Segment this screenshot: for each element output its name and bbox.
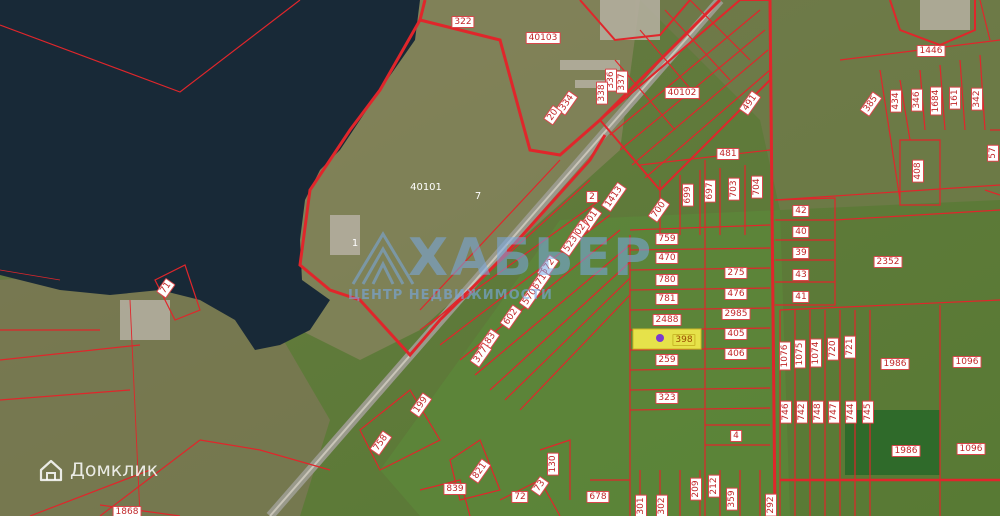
parcel-label[interactable]: 470 [655, 252, 679, 264]
parcel-label[interactable]: 275 [724, 267, 748, 279]
parcel-label[interactable]: 40103 [525, 32, 561, 44]
parcel-label[interactable]: 209 [690, 477, 702, 501]
parcel-label[interactable]: 302 [656, 494, 668, 516]
parcel-label[interactable]: 57 [987, 144, 999, 162]
domclick-brand[interactable]: Домклик [38, 458, 158, 482]
parcel-label[interactable]: 699 [682, 183, 694, 207]
parcel-label[interactable]: 759 [655, 233, 679, 245]
parcel-label[interactable]: 744 [845, 400, 857, 424]
parcel-label[interactable]: 42 [792, 205, 810, 217]
parcel-label[interactable]: 697 [704, 179, 716, 203]
parcel-label[interactable]: 781 [655, 293, 679, 305]
parcel-label[interactable]: 130 [547, 452, 559, 476]
parcel-label[interactable]: 259 [655, 354, 679, 366]
parcel-label[interactable]: 408 [912, 159, 924, 183]
house-logo-icon [39, 459, 63, 482]
parcel-label[interactable]: 322 [451, 16, 475, 28]
parcel-label[interactable]: 434 [890, 89, 902, 113]
parcel-label[interactable]: 338 [596, 81, 608, 105]
parcel-label[interactable]: 2488 [652, 314, 682, 326]
parcel-label[interactable]: 1986 [880, 358, 910, 370]
parcel-label[interactable]: 745 [862, 400, 874, 424]
parcel-label[interactable]: 1074 [810, 338, 822, 368]
parcel-label[interactable]: 839 [443, 483, 467, 495]
parcel-label[interactable]: 1684 [930, 86, 942, 116]
parcel-label[interactable]: 746 [780, 400, 792, 424]
parcel-label[interactable]: 2352 [873, 256, 903, 268]
parcel-label[interactable]: 476 [724, 288, 748, 300]
parcel-marker-icon [656, 334, 664, 342]
parcel-label[interactable]: 1075 [794, 339, 806, 369]
dark-field [845, 410, 940, 475]
parcel-label[interactable]: 43 [792, 269, 810, 281]
parcel-label[interactable]: 7 [473, 192, 483, 202]
brand-name: Домклик [70, 459, 159, 481]
parcel-label[interactable]: 398 [672, 334, 696, 346]
parcel-label[interactable]: 346 [911, 88, 923, 112]
parcel-label[interactable]: 292 [765, 493, 777, 516]
parcel-label[interactable]: 337 [616, 70, 628, 94]
parcel-label[interactable]: 359 [726, 487, 738, 511]
parcel-label[interactable]: 742 [796, 400, 808, 424]
parcel-label[interactable]: 406 [724, 348, 748, 360]
parcel-label[interactable]: 40101 [408, 183, 444, 193]
parcel-label[interactable]: 1986 [891, 445, 921, 457]
parcel-label[interactable]: 72 [511, 491, 529, 503]
parcel-label[interactable]: 1446 [916, 45, 946, 57]
parcel-label[interactable]: 2985 [721, 308, 751, 320]
cadastral-map[interactable]: 322 40103 40102 337 336 338 334 20 491 40101 7 2 141… [0, 0, 1000, 516]
parcel-label[interactable]: 703 [728, 177, 740, 201]
parcel-label[interactable]: 39 [792, 247, 810, 259]
parcel-label[interactable]: 1096 [956, 443, 986, 455]
parcel-label[interactable]: 721 [844, 335, 856, 359]
parcel-label[interactable]: 481 [716, 148, 740, 160]
parcel-label[interactable]: 1076 [779, 341, 791, 371]
parcel-label[interactable]: 2 [586, 191, 598, 203]
parcel-label[interactable]: 405 [724, 328, 748, 340]
parcel-label[interactable]: 301 [635, 494, 647, 516]
parcel-label[interactable]: 342 [971, 87, 983, 111]
parcel-label[interactable]: 704 [751, 175, 763, 199]
parcel-label[interactable]: 40 [792, 226, 810, 238]
parcel-label[interactable]: 1 [350, 239, 360, 249]
parcel-label[interactable]: 1868 [112, 506, 142, 516]
parcel-label[interactable]: 748 [812, 400, 824, 424]
parcel-label[interactable]: 780 [655, 274, 679, 286]
parcel-label[interactable]: 1096 [952, 356, 982, 368]
parcel-label[interactable]: 41 [792, 291, 810, 303]
parcel-label[interactable]: 212 [708, 474, 720, 498]
parcel-label[interactable]: 323 [655, 392, 679, 404]
parcel-label[interactable]: 720 [827, 337, 839, 361]
parcel-label[interactable]: 161 [949, 86, 961, 110]
parcel-label[interactable]: 747 [828, 400, 840, 424]
parcel-label[interactable]: 678 [586, 491, 610, 503]
parcel-label[interactable]: 4 [730, 430, 742, 442]
parcel-label[interactable]: 40102 [664, 87, 700, 99]
map-base-layer [0, 0, 1000, 516]
